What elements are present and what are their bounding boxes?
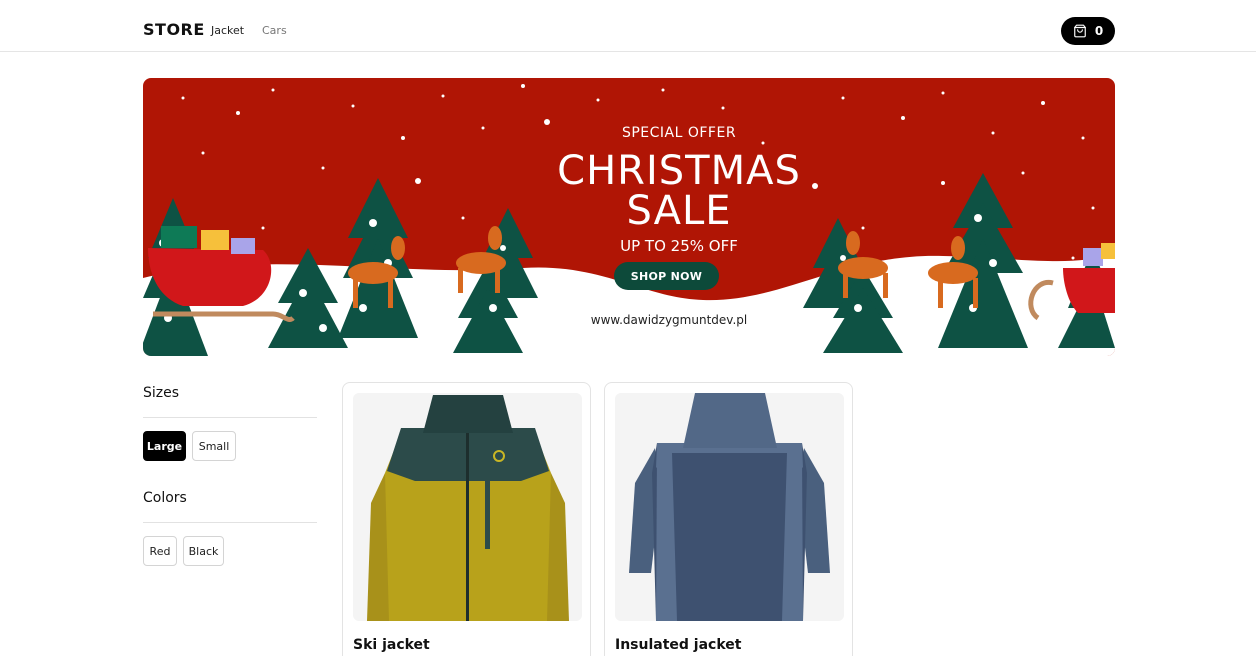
size-chip-small[interactable]: Small (192, 431, 236, 461)
product-name[interactable]: Insulated jacket (615, 637, 741, 653)
banner-url: www.dawidzygmuntdev.pl (590, 313, 748, 327)
banner-special-offer: SPECIAL OFFER (621, 125, 737, 141)
color-chip-black[interactable]: Black (183, 536, 224, 566)
colors-divider (143, 522, 317, 523)
ski-jacket-image (367, 395, 569, 621)
banner-title-line2: SALE (626, 188, 732, 234)
product-name[interactable]: Ski jacket (353, 637, 430, 653)
cart-count: 0 (1094, 24, 1104, 38)
color-chip-red[interactable]: Red (143, 536, 177, 566)
store-logo[interactable]: STORE (143, 20, 205, 39)
promo-banner[interactable]: SPECIAL OFFER CHRISTMAS SALE UP TO 25% O… (143, 78, 1115, 356)
sizes-divider (143, 417, 317, 418)
colors-filter-title: Colors (143, 490, 187, 506)
product-card-ski-jacket[interactable]: Ski jacket (342, 382, 591, 656)
banner-discount: UP TO 25% OFF (620, 237, 738, 255)
sizes-filter-title: Sizes (143, 385, 180, 401)
product-card-insulated-jacket[interactable]: Insulated jacket (604, 382, 853, 656)
nav-link-cars[interactable]: Cars (262, 24, 287, 37)
shop-now-button[interactable]: SHOP NOW (614, 262, 719, 290)
nav-link-jacket[interactable]: Jacket (211, 24, 244, 37)
insulated-jacket-image (629, 393, 830, 621)
shopping-bag-icon (1073, 24, 1086, 38)
product-image (615, 393, 844, 621)
product-image (353, 393, 582, 621)
size-chip-large[interactable]: Large (143, 431, 186, 461)
top-navbar: STORE Jacket Cars 0 (0, 0, 1256, 52)
cart-button[interactable]: 0 (1061, 17, 1115, 45)
